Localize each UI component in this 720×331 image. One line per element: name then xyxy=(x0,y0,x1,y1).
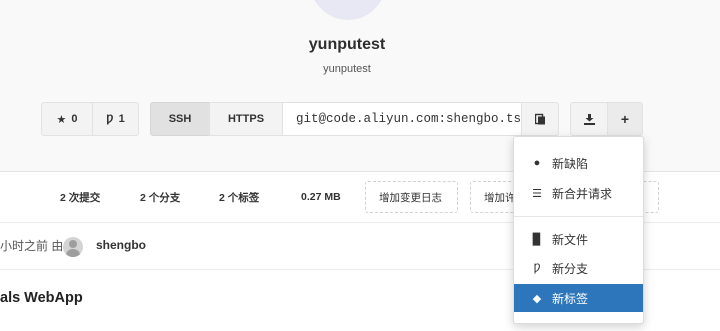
project-path: yunputest xyxy=(323,63,371,75)
star-count: 0 xyxy=(71,113,78,125)
menu-item-label: 新合并请求 xyxy=(552,186,613,201)
menu-divider xyxy=(514,216,643,217)
fork-count: 1 xyxy=(118,113,125,125)
clipboard-icon xyxy=(534,113,545,125)
readme-text-cutoff xyxy=(0,322,300,331)
menu-item-label: 新标签 xyxy=(552,291,589,306)
new-item-dropdown: ● 新缺陷 ☰ 新合并请求 ▉ 新文件 Ƿ 新分支 ◆ 新标签 xyxy=(513,136,644,324)
exclamation-circle-icon: ● xyxy=(533,157,541,169)
menu-item-new-file[interactable]: ▉ 新文件 xyxy=(514,225,643,253)
commits-link[interactable]: 2 次提交 xyxy=(60,181,100,213)
tags-link[interactable]: 2 个标签 xyxy=(219,181,259,213)
menu-item-label: 新文件 xyxy=(552,232,589,247)
copy-button[interactable] xyxy=(521,102,559,136)
commit-author[interactable]: shengbo xyxy=(96,238,146,252)
download-button[interactable] xyxy=(570,102,608,136)
project-title: yunputest xyxy=(308,36,386,53)
star-button[interactable]: ★ 0 xyxy=(41,102,93,136)
menu-item-new-issue[interactable]: ● 新缺陷 xyxy=(514,149,643,177)
ssh-button[interactable]: SSH xyxy=(150,102,210,136)
add-changelog-button[interactable]: 增加变更日志 xyxy=(365,181,458,213)
fork-icon: Ƿ xyxy=(106,113,114,125)
new-item-button[interactable]: + xyxy=(607,102,643,136)
menu-item-new-branch[interactable]: Ƿ 新分支 xyxy=(514,254,643,282)
fork-button[interactable]: Ƿ 1 xyxy=(92,102,139,136)
file-icon: ▉ xyxy=(532,233,542,246)
merge-request-icon: ☰ xyxy=(532,187,542,200)
menu-item-new-merge-request[interactable]: ☰ 新合并请求 xyxy=(514,179,643,207)
project-avatar xyxy=(310,0,386,20)
readme-title: als WebApp xyxy=(0,290,83,306)
avatar[interactable] xyxy=(63,237,83,257)
menu-item-new-tag[interactable]: ◆ 新标签 xyxy=(514,284,643,312)
star-icon: ★ xyxy=(56,113,67,126)
repo-size: 0.27 MB xyxy=(301,191,341,203)
tags-icon: ◆ xyxy=(532,292,542,305)
clone-url-input[interactable]: git@code.aliyun.com:shengbo.tsb xyxy=(282,102,522,136)
menu-item-label: 新分支 xyxy=(552,261,589,276)
branch-icon: Ƿ xyxy=(533,262,541,274)
menu-item-label: 新缺陷 xyxy=(552,156,589,171)
https-button[interactable]: HTTPS xyxy=(209,102,283,136)
download-icon xyxy=(583,113,595,125)
branches-link[interactable]: 2 个分支 xyxy=(140,181,180,213)
commit-time: 小时之前 由 xyxy=(0,239,64,253)
